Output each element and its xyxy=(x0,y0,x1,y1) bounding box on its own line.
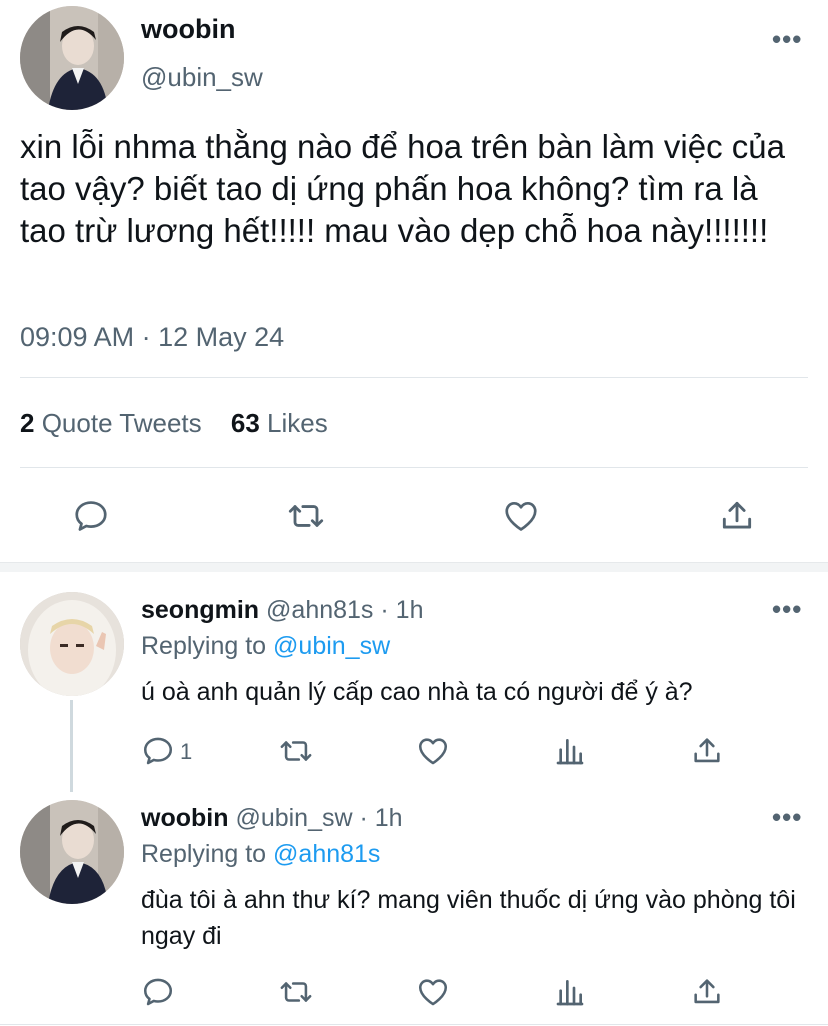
thread-line xyxy=(70,700,73,792)
like-icon[interactable] xyxy=(415,734,451,768)
reply-text: ú oà anh quản lý cấp cao nhà ta có người… xyxy=(141,678,693,706)
like-icon[interactable] xyxy=(501,497,541,535)
reply-icon[interactable] xyxy=(141,734,175,768)
reply-time[interactable]: · 1h xyxy=(360,804,403,832)
reply-icon[interactable] xyxy=(141,975,175,1009)
author-handle[interactable]: @ubin_sw xyxy=(141,62,263,93)
divider xyxy=(20,377,808,378)
replying-to-label: Replying to xyxy=(141,632,267,660)
tweet-text: xin lỗi nhma thằng nào để hoa trên bàn l… xyxy=(20,128,785,249)
share-icon[interactable] xyxy=(690,975,724,1009)
reply-count: 1 xyxy=(180,739,193,764)
divider xyxy=(20,467,808,468)
reply-text: đùa tôi à ahn thư kí? mang viên thuốc dị… xyxy=(141,886,796,950)
avatar-woobin-image xyxy=(20,6,124,110)
more-icon[interactable]: ••• xyxy=(772,596,802,622)
replying-to: Replying to @ahn81s xyxy=(141,840,380,869)
reply-time[interactable]: · 1h xyxy=(380,596,423,624)
author-handle[interactable]: @ubin_sw xyxy=(235,804,352,832)
avatar-woobin-image xyxy=(20,800,124,904)
retweet-icon[interactable] xyxy=(284,497,328,535)
reply-header: woobin @ubin_sw · 1h xyxy=(141,804,403,833)
author-name[interactable]: seongmin xyxy=(141,596,259,624)
likes-count: 63 xyxy=(230,408,260,438)
avatar-seongmin-image xyxy=(20,592,124,696)
section-divider xyxy=(0,562,828,572)
avatar[interactable] xyxy=(20,592,124,696)
retweet-icon[interactable] xyxy=(276,734,316,768)
reply-header: seongmin @ahn81s · 1h xyxy=(141,596,423,625)
replying-to-handle[interactable]: @ahn81s xyxy=(273,840,380,868)
author-name[interactable]: woobin xyxy=(141,804,228,832)
replying-to-handle[interactable]: @ubin_sw xyxy=(273,632,390,660)
tweet-stats: 2 Quote Tweets 63 Likes xyxy=(20,408,328,439)
avatar[interactable] xyxy=(20,6,124,110)
quote-tweets-label: Quote Tweets xyxy=(41,408,202,438)
divider xyxy=(0,1024,828,1025)
more-icon[interactable]: ••• xyxy=(772,804,802,830)
author-name[interactable]: woobin xyxy=(141,14,235,45)
replying-to: Replying to @ubin_sw xyxy=(141,632,390,661)
quote-tweets-link[interactable]: 2 Quote Tweets xyxy=(20,408,202,438)
analytics-icon[interactable] xyxy=(554,975,586,1009)
quote-tweets-count: 2 xyxy=(20,408,35,438)
share-icon[interactable] xyxy=(718,497,756,535)
avatar[interactable] xyxy=(20,800,124,904)
replying-to-label: Replying to xyxy=(141,840,267,868)
retweet-icon[interactable] xyxy=(276,975,316,1009)
analytics-icon[interactable] xyxy=(554,734,586,768)
author-handle[interactable]: @ahn81s xyxy=(266,596,373,624)
like-icon[interactable] xyxy=(415,975,451,1009)
likes-link[interactable]: 63 Likes xyxy=(231,408,328,438)
tweet-timestamp[interactable]: 09:09 AM · 12 May 24 xyxy=(20,322,284,353)
reply-icon[interactable] xyxy=(72,497,110,535)
likes-label: Likes xyxy=(267,408,328,438)
more-icon[interactable]: ••• xyxy=(772,26,802,52)
share-icon[interactable] xyxy=(690,734,724,768)
